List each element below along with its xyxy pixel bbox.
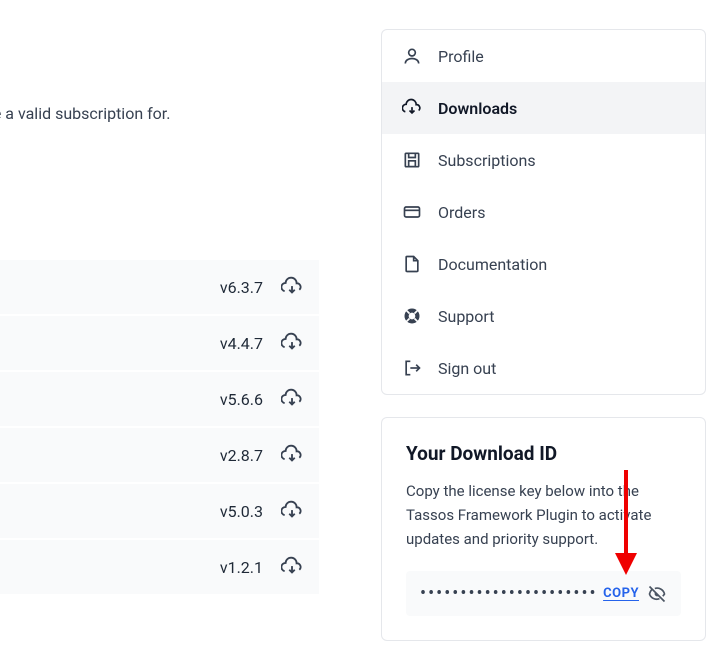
download-version: v1.2.1 bbox=[220, 558, 263, 577]
download-version: v2.8.7 bbox=[220, 446, 263, 465]
sidebar-item-orders[interactable]: Orders bbox=[382, 186, 705, 238]
cloud-download-icon[interactable] bbox=[281, 388, 303, 410]
license-key-masked: •••••••••••••••••••••••• bbox=[420, 583, 595, 604]
download-list: v6.3.7 v4.4.7 v5.6.6 v2.8.7 v5.0.3 bbox=[0, 260, 319, 596]
card-title: Your Download ID bbox=[406, 442, 681, 465]
sidebar-item-label: Sign out bbox=[438, 359, 496, 378]
sidebar-menu: Profile Downloads Subscriptions Orders D… bbox=[381, 29, 706, 395]
sidebar-item-signout[interactable]: Sign out bbox=[382, 342, 705, 394]
download-version: v5.0.3 bbox=[220, 502, 263, 521]
credit-card-icon bbox=[402, 202, 422, 222]
file-icon bbox=[402, 254, 422, 274]
card-description: Copy the license key below into the Tass… bbox=[406, 479, 681, 551]
sidebar-item-label: Downloads bbox=[438, 99, 517, 118]
download-row: v5.0.3 bbox=[0, 484, 319, 538]
download-row: v1.2.1 bbox=[0, 540, 319, 594]
sidebar-item-label: Documentation bbox=[438, 255, 547, 274]
intro-text: u have a valid subscription for. bbox=[0, 104, 170, 123]
sidebar-item-profile[interactable]: Profile bbox=[382, 30, 705, 82]
sidebar-item-label: Support bbox=[438, 307, 494, 326]
download-row: v2.8.7 bbox=[0, 428, 319, 482]
sidebar-item-subscriptions[interactable]: Subscriptions bbox=[382, 134, 705, 186]
cloud-download-icon[interactable] bbox=[281, 500, 303, 522]
life-ring-icon bbox=[402, 306, 422, 326]
sidebar-item-label: Profile bbox=[438, 47, 484, 66]
cloud-download-icon[interactable] bbox=[281, 556, 303, 578]
cloud-download-icon[interactable] bbox=[281, 444, 303, 466]
license-key-box: •••••••••••••••••••••••• COPY bbox=[406, 571, 681, 616]
sidebar-item-label: Subscriptions bbox=[438, 151, 536, 170]
sidebar-item-documentation[interactable]: Documentation bbox=[382, 238, 705, 290]
cloud-download-icon[interactable] bbox=[281, 276, 303, 298]
sidebar-item-label: Orders bbox=[438, 203, 485, 222]
eye-off-icon[interactable] bbox=[647, 584, 667, 604]
user-icon bbox=[402, 46, 422, 66]
cloud-download-icon[interactable] bbox=[281, 332, 303, 354]
sign-out-icon bbox=[402, 358, 422, 378]
download-row: v6.3.7 bbox=[0, 260, 319, 314]
download-version: v6.3.7 bbox=[220, 278, 263, 297]
save-icon bbox=[402, 150, 422, 170]
sidebar-item-downloads[interactable]: Downloads bbox=[382, 82, 705, 134]
download-version: v4.4.7 bbox=[220, 334, 263, 353]
sidebar-item-support[interactable]: Support bbox=[382, 290, 705, 342]
copy-button[interactable]: COPY bbox=[603, 586, 639, 601]
download-row: v4.4.7 bbox=[0, 316, 319, 370]
download-row: v5.6.6 bbox=[0, 372, 319, 426]
cloud-download-icon bbox=[402, 98, 422, 118]
download-version: v5.6.6 bbox=[220, 390, 263, 409]
download-id-card: Your Download ID Copy the license key be… bbox=[381, 417, 706, 641]
